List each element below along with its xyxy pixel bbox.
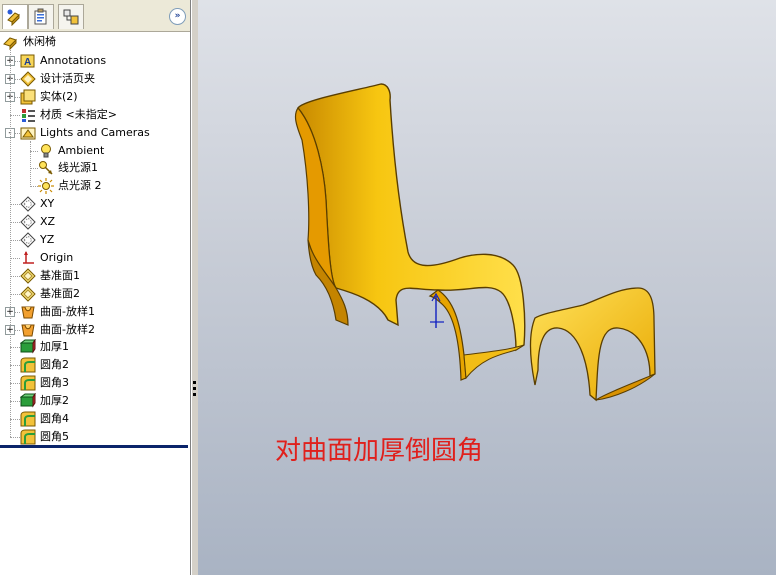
tree-item[interactable]: 加厚1 [0, 338, 188, 356]
tree-item[interactable]: 点光源 2 [0, 177, 188, 195]
tree-item[interactable]: 基准面2 [0, 285, 188, 303]
ref-plane-icon [20, 286, 36, 302]
thicken-icon [20, 339, 36, 354]
feature-manager-pane: » 休闲椅 + A Annotations + 设计活页夹 + 实体(2) 材质 <未指定> -… [0, 0, 191, 575]
chair-model[interactable] [294, 83, 526, 381]
tree-item[interactable]: - Lights and Cameras [0, 124, 188, 142]
tree-item[interactable]: 圆角3 [0, 374, 188, 392]
svg-text:A: A [24, 57, 31, 68]
tree-item[interactable]: 圆角4 [0, 410, 188, 428]
point-light-icon [38, 178, 54, 194]
ambient-light-icon [41, 144, 51, 158]
graphics-viewport[interactable]: 对曲面加厚倒圆角 [198, 0, 776, 575]
tree-item-label: 圆角2 [40, 358, 69, 371]
tree-item-label: YZ [40, 233, 55, 246]
tree-item-label: 材质 <未指定> [40, 108, 117, 121]
ref-plane-icon [20, 268, 36, 284]
ottoman-model[interactable] [529, 287, 656, 402]
tree-item[interactable]: XZ [0, 213, 188, 231]
feature-tree: 休闲椅 + A Annotations + 设计活页夹 + 实体(2) 材质 <未指定> - Li… [0, 32, 190, 575]
tree-item-label: 曲面-放样2 [40, 323, 95, 336]
thicken-icon [20, 393, 36, 408]
expand-pane-button[interactable]: » [169, 8, 186, 25]
plane-icon [20, 196, 36, 212]
tab-property-manager[interactable] [28, 4, 54, 29]
splitter-grip [193, 387, 196, 390]
tree-connector [10, 50, 11, 437]
tree-item-label: XZ [40, 215, 56, 228]
tree-item[interactable]: + 实体(2) [0, 88, 188, 106]
tree-item[interactable]: + 曲面-放样2 [0, 321, 188, 339]
tree-connector [30, 141, 31, 187]
tree-item[interactable]: YZ [0, 231, 188, 249]
tree-item[interactable]: 基准面1 [0, 267, 188, 285]
solid-bodies-icon [20, 89, 36, 105]
manager-tab-bar: » [0, 0, 190, 32]
design-binder-icon [20, 71, 36, 87]
fillet-icon [20, 429, 36, 445]
tree-item-label: 圆角4 [40, 412, 69, 425]
tree-item-label: Lights and Cameras [40, 126, 150, 139]
tree-item[interactable]: + 曲面-放样1 [0, 303, 188, 321]
tree-item[interactable]: 加厚2 [0, 392, 188, 410]
viewport-caption: 对曲面加厚倒圆角 [275, 436, 484, 466]
part-icon [3, 37, 17, 50]
model-view [294, 83, 656, 402]
directional-light-icon [39, 161, 53, 175]
tree-item[interactable]: + 设计活页夹 [0, 70, 188, 88]
tree-item-label: 实体(2) [40, 90, 78, 103]
tree-item[interactable]: XY [0, 195, 188, 213]
tree-item-label: XY [40, 197, 55, 210]
tree-item-label: 曲面-放样1 [40, 305, 95, 318]
tree-item[interactable]: 圆角5 [0, 428, 188, 446]
tree-item-label: 加厚2 [40, 394, 69, 407]
origin-icon [23, 251, 34, 264]
fillet-icon [20, 411, 36, 427]
tree-item[interactable]: 线光源1 [0, 159, 188, 177]
tree-item-label: 基准面2 [40, 287, 80, 300]
lights-icon [20, 127, 36, 140]
tree-root-label: 休闲椅 [23, 35, 56, 48]
feature-manager-icon [7, 9, 20, 26]
tree-item[interactable]: 材质 <未指定> [0, 106, 188, 124]
fillet-icon [20, 357, 36, 373]
tree-item-label: Ambient [58, 144, 105, 157]
tree-item-label: Origin [40, 251, 74, 264]
plane-icon [20, 214, 36, 230]
plane-icon [20, 232, 36, 248]
tree-item[interactable]: + A Annotations [0, 52, 188, 70]
tree-item-label: 设计活页夹 [40, 72, 95, 85]
property-manager-icon [34, 8, 47, 25]
tree-item[interactable]: 圆角2 [0, 356, 188, 374]
tree-item[interactable]: Ambient [0, 142, 188, 160]
material-icon [22, 109, 35, 122]
tree-item-label: 圆角5 [40, 430, 69, 443]
configuration-manager-icon [63, 9, 79, 25]
fillet-icon [20, 375, 36, 391]
tree-item-label: 加厚1 [40, 340, 69, 353]
surface-loft-icon [21, 324, 35, 337]
tree-item-label: 线光源1 [58, 161, 98, 174]
tab-configuration-manager[interactable] [58, 4, 84, 29]
tree-item-label: 基准面1 [40, 269, 80, 282]
tree-item-label: 点光源 2 [58, 179, 102, 192]
tree-item[interactable]: Origin [0, 249, 188, 267]
surface-loft-icon [21, 306, 35, 319]
splitter-grip [193, 381, 196, 384]
splitter-grip [193, 393, 196, 396]
annotations-icon: A [20, 54, 35, 68]
tree-item-label: Annotations [40, 54, 107, 67]
tree-item-label: 圆角3 [40, 376, 69, 389]
tab-feature-manager[interactable] [2, 4, 28, 29]
